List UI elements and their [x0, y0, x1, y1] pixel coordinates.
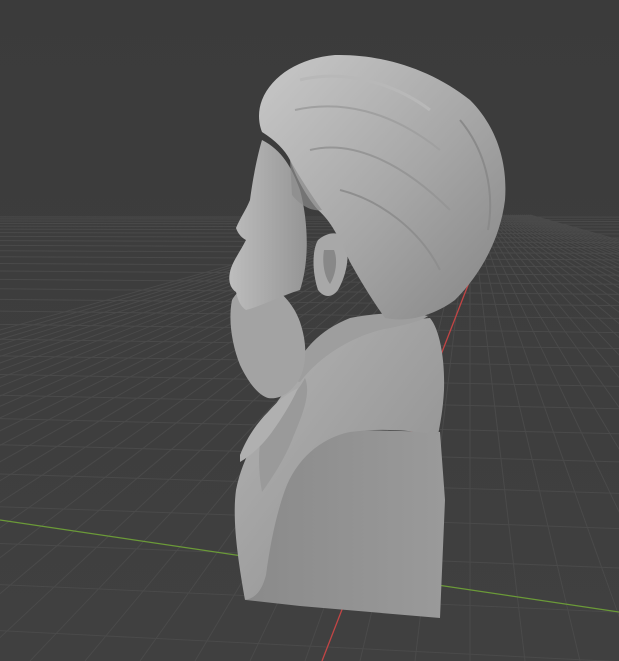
- 3d-viewport[interactable]: [0, 0, 619, 661]
- grid-line: [0, 222, 619, 225]
- viewport-canvas[interactable]: [0, 0, 619, 661]
